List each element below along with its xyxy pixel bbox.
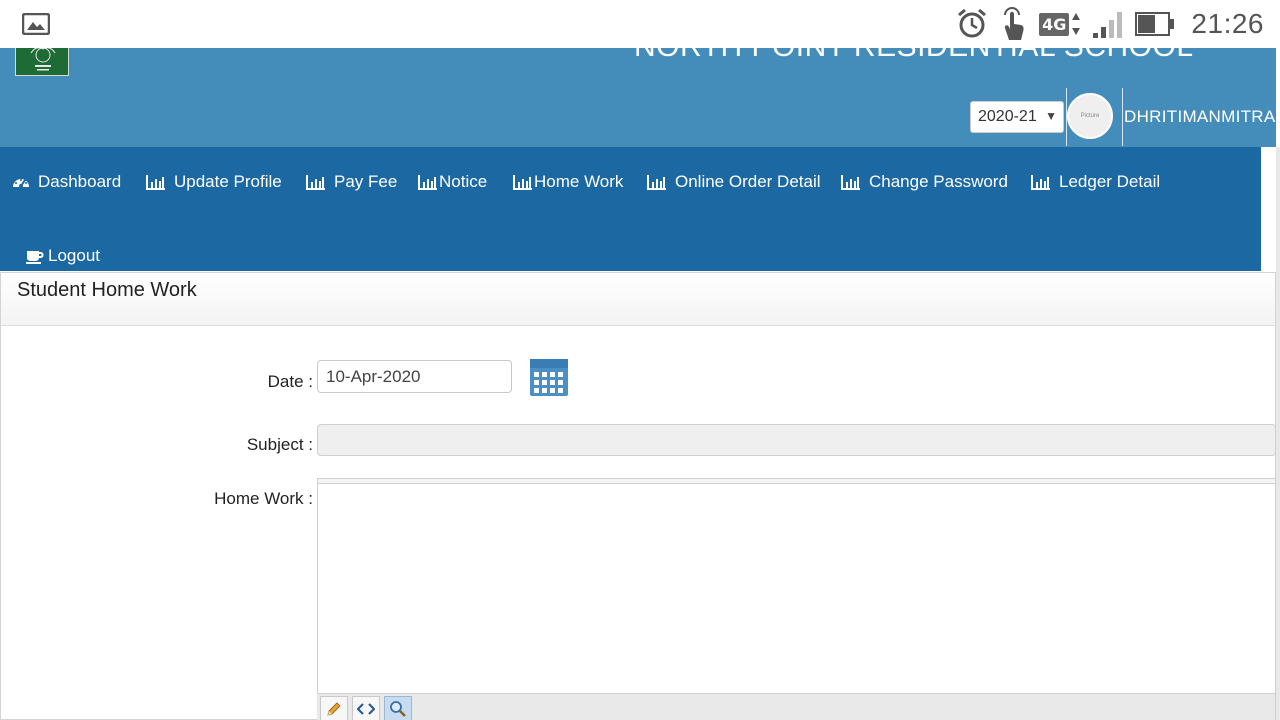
editor-top-bar	[318, 479, 1275, 484]
bar-chart-icon	[146, 174, 166, 190]
bar-chart-icon	[647, 174, 667, 190]
date-label: Date :	[267, 372, 313, 391]
gallery-icon	[22, 13, 50, 35]
date-field[interactable]: 10-Apr-2020	[317, 360, 512, 393]
nav-item-update-profile[interactable]: Update Profile	[146, 172, 282, 192]
avatar[interactable]: Picture	[1067, 93, 1113, 139]
nav-label: Update Profile	[174, 172, 282, 191]
battery-icon	[1135, 12, 1175, 36]
page-title: Student Home Work	[17, 279, 197, 301]
calendar-icon[interactable]	[530, 359, 568, 396]
homework-editor	[317, 478, 1276, 720]
dashboard-icon	[12, 174, 30, 190]
nav-label: Pay Fee	[334, 172, 398, 191]
bar-chart-icon	[306, 174, 326, 190]
code-view-icon[interactable]	[352, 696, 380, 720]
session-value: 2020-21	[978, 108, 1037, 125]
bar-chart-icon	[1031, 174, 1051, 190]
nav-label: Notice	[439, 172, 488, 191]
homework-label: Home Work :	[214, 489, 313, 508]
nav-item-online-order-detail[interactable]: Online Order Detail	[647, 172, 821, 192]
coffee-icon	[26, 249, 44, 264]
panel-heading: Student Home Work	[1, 273, 1275, 326]
subject-label: Subject :	[246, 435, 313, 454]
network-4g-icon: 4G	[1039, 12, 1081, 36]
main-nav: Dashboard Update Profile Pay Fee Notice …	[0, 147, 1261, 271]
username[interactable]: DHRITIMANMITRA	[1124, 107, 1276, 127]
nav-label: Online Order Detail	[675, 172, 821, 191]
nav-item-dashboard[interactable]: Dashboard	[12, 172, 121, 192]
site-header: NORTH POINT RESIDENTIAL SCHOOL 2020-21 ▼…	[0, 48, 1276, 147]
clock: 21:26	[1191, 8, 1264, 39]
bar-chart-icon	[418, 174, 438, 190]
school-logo[interactable]	[15, 48, 69, 76]
pencil-icon[interactable]	[320, 696, 348, 720]
editor-toolbar	[317, 693, 1275, 720]
school-name: NORTH POINT RESIDENTIAL SCHOOL	[634, 48, 1194, 64]
subject-field[interactable]	[317, 424, 1276, 456]
nav-label: Home Work	[534, 172, 624, 191]
signal-icon	[1093, 12, 1123, 38]
page-scrollbar[interactable]	[1276, 147, 1280, 720]
touch-icon	[1004, 7, 1024, 40]
alarm-icon	[958, 8, 987, 38]
status-bar: 4G 21:26	[0, 0, 1280, 48]
session-select[interactable]: 2020-21 ▼	[970, 101, 1064, 133]
avatar-placeholder-text: Picture	[1080, 113, 1100, 119]
nav-item-home-work[interactable]: Home Work	[513, 172, 623, 192]
homework-panel: Student Home Work Date : 10-Apr-2020 Sub…	[0, 272, 1276, 720]
dropdown-arrow-icon: ▼	[1045, 109, 1057, 123]
preview-search-icon[interactable]	[384, 696, 412, 720]
nav-item-logout[interactable]: Logout	[26, 246, 100, 266]
bar-chart-icon	[841, 174, 861, 190]
nav-label: Logout	[48, 246, 100, 265]
nav-label: Dashboard	[38, 172, 122, 191]
homework-text-area[interactable]	[318, 485, 1275, 699]
nav-item-change-password[interactable]: Change Password	[841, 172, 1008, 192]
nav-item-notice[interactable]: Notice	[418, 172, 487, 192]
nav-label: Ledger Detail	[1059, 172, 1161, 191]
bar-chart-icon	[513, 174, 533, 190]
header-divider	[1122, 88, 1123, 146]
nav-label: Change Password	[869, 172, 1008, 191]
nav-item-ledger-detail[interactable]: Ledger Detail	[1031, 172, 1160, 192]
nav-item-pay-fee[interactable]: Pay Fee	[306, 172, 397, 192]
